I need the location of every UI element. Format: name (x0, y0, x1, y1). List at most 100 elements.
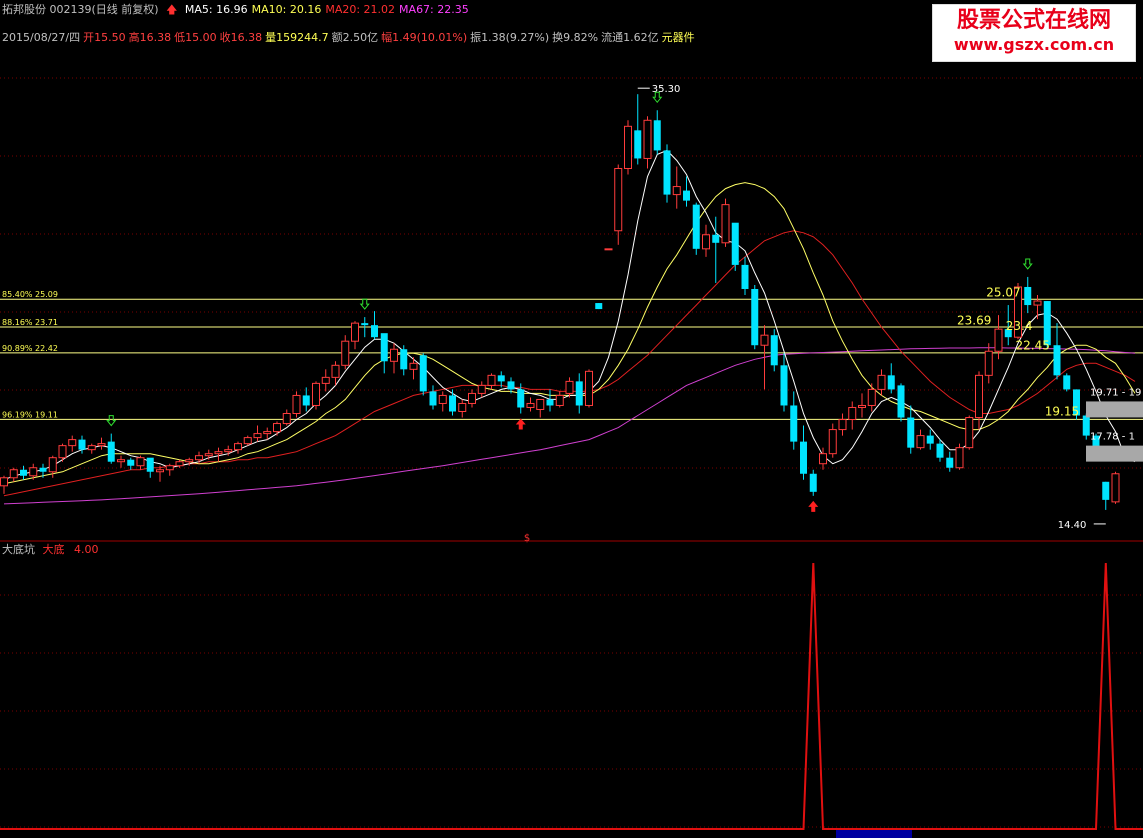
candle-body (273, 423, 281, 433)
candle-body (449, 395, 456, 412)
price-level-label: 23.69 (957, 313, 991, 327)
candle-body (127, 459, 135, 466)
watermark-url: www.gszx.com.cn (953, 35, 1115, 54)
candle-body (828, 429, 837, 455)
candle-body (438, 394, 447, 404)
ma-legend-item: MA67: 22.35 (399, 3, 469, 16)
indicator-cursor-box (836, 830, 912, 838)
candle-body (409, 362, 418, 370)
candle-body (146, 457, 154, 472)
candle-body (263, 431, 272, 435)
bar-info-item: 元器件 (661, 31, 695, 44)
candle-body (975, 374, 983, 419)
candle-body (48, 457, 57, 473)
candle-body (68, 439, 77, 447)
bar-info-item: 振1.38(9.27%) (470, 31, 550, 44)
candle-body (790, 405, 798, 442)
candle-body (243, 437, 252, 445)
level-line-label: 85.40% 25.09 (2, 290, 58, 299)
indicator-series-name: 大底 (42, 543, 65, 556)
candle-body (595, 303, 603, 310)
candle-body (1082, 415, 1090, 436)
candle-body (809, 473, 817, 492)
chart-stage[interactable]: $85.40% 25.09 88.16% 23.71 90.89% 22.42 96.… (0, 0, 1143, 838)
indicator-header: 大底坑 大底 4.00 (2, 543, 99, 557)
bar-info-item: 高16.38 (128, 31, 172, 44)
candle-body (1102, 481, 1110, 500)
price-level-label: 25.07 (986, 286, 1020, 300)
candle-body (760, 334, 769, 346)
candle-body (312, 382, 320, 406)
candle-body (624, 125, 632, 169)
candle-body (234, 443, 242, 451)
candle-body (58, 445, 67, 459)
candle-body (419, 355, 427, 392)
candle-body (39, 467, 47, 472)
candle-body (429, 391, 437, 406)
candle-body (331, 364, 340, 378)
candle-body (78, 439, 86, 450)
candle-body (390, 348, 398, 362)
candle-body (292, 394, 301, 415)
watermark-title: 股票公式在线网 (956, 7, 1111, 33)
candle-body (858, 404, 866, 408)
price-level-label: 23.4 (1006, 319, 1033, 333)
candle-body (1111, 473, 1120, 503)
ma-legend-item: MA20: 21.02 (325, 3, 396, 16)
candle-body (214, 451, 223, 455)
ma20-line (3, 230, 1136, 497)
level-line-label: 90.89% 22.42 (2, 344, 58, 353)
candle-body (517, 389, 525, 408)
candle-body (741, 264, 749, 289)
candle-body (907, 417, 915, 448)
candle-body (546, 399, 554, 406)
candle-body (321, 376, 330, 384)
candle-body (838, 419, 847, 431)
ma-legend: MA5: 16.96 MA10: 20.16 MA20: 21.02 MA67: 22… (181, 3, 469, 16)
candle-body (683, 190, 690, 201)
candle-body (877, 374, 886, 390)
high-callout: 35.30 (652, 84, 681, 95)
candle-body (477, 384, 486, 394)
bar-info-item: 流通1.62亿 (601, 31, 659, 44)
candle-body (204, 453, 213, 457)
bar-info-item: 开15.50 (83, 31, 126, 44)
candle-body (20, 469, 27, 476)
candle-body (341, 340, 350, 366)
candle-body (497, 375, 505, 382)
candle-body (107, 441, 115, 462)
candle-body (253, 433, 262, 439)
indicator-name: 大底坑 (2, 543, 35, 556)
price-chart[interactable]: $85.40% 25.09 88.16% 23.71 90.89% 22.42 96.… (0, 0, 1143, 838)
bar-info-item: 幅1.49(10.01%) (381, 31, 468, 44)
candle-body (175, 461, 184, 467)
candle-body (224, 449, 233, 453)
buy-arrow-icon (808, 500, 819, 512)
price-level-label: 22.45 (1016, 338, 1050, 352)
ma-legend-item: MA10: 20.16 (251, 3, 322, 16)
candle-body (536, 398, 545, 410)
ma-up-arrow-icon: 🡅 (166, 3, 178, 16)
candle-body (555, 394, 564, 406)
candle-body (1024, 286, 1032, 306)
candle-body (819, 453, 827, 465)
watermark-logo: 股票公式在线网 www.gszx.com.cn (932, 4, 1136, 62)
sell-arrow-icon (1022, 258, 1033, 270)
candle-body (380, 333, 388, 362)
buy-arrow-icon (515, 418, 526, 430)
candle-body (136, 457, 145, 467)
bar-info-item: 额2.50亿 (331, 31, 379, 44)
edge-price-box (1086, 401, 1143, 418)
edge-price-label: 19.71 - 19 (1090, 387, 1141, 398)
candle-body (848, 406, 857, 421)
candle-body (614, 167, 623, 232)
candle-body (351, 322, 359, 342)
candle-body (672, 186, 681, 196)
candle-body (156, 469, 164, 473)
candle-body (712, 234, 720, 243)
candle-body (867, 388, 876, 406)
candle-body (897, 385, 905, 418)
candle-body (604, 248, 613, 251)
candle-body (984, 350, 993, 376)
candle-body (955, 447, 964, 469)
